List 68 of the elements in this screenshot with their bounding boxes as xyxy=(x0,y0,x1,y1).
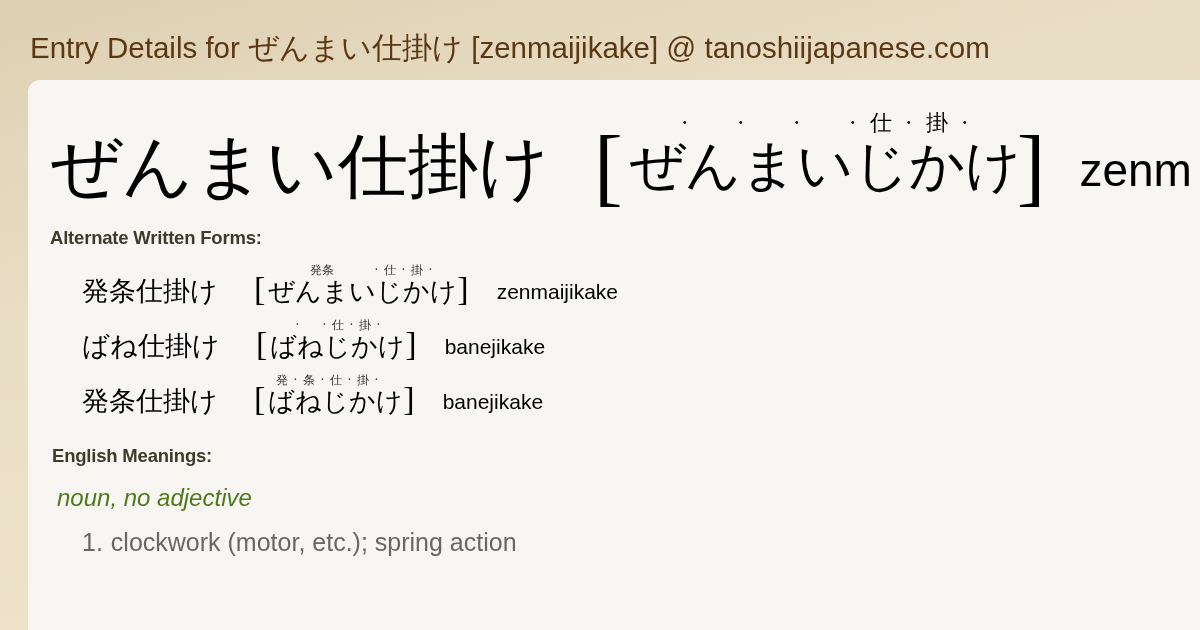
kana-reading: ば xyxy=(270,333,298,359)
furigana-dot: · xyxy=(960,109,970,137)
kana-reading: じ xyxy=(376,278,404,304)
furigana-dot: · xyxy=(400,263,407,278)
furigana-dot: · xyxy=(294,318,301,333)
furigana-kanji: 仕 xyxy=(383,263,396,278)
furigana-kanji: 発 xyxy=(275,373,288,388)
furigana-kanji: 仕 xyxy=(329,373,342,388)
furigana-dot: · xyxy=(321,318,328,333)
open-bracket: [ xyxy=(254,272,266,306)
furigana-dot: · xyxy=(292,373,299,388)
open-bracket: [ xyxy=(256,327,268,361)
romaji: banejikake xyxy=(444,336,546,357)
furigana-dot: · xyxy=(348,318,355,333)
kana-reading: か xyxy=(349,388,377,414)
headword: ぜんまい仕掛け xyxy=(50,131,550,201)
furigana-dot: · xyxy=(680,109,690,137)
furigana-dot: · xyxy=(373,263,380,278)
alternate-form-word: 発条仕掛け xyxy=(82,387,218,414)
sense-text: clockwork (motor, etc.); spring action xyxy=(110,528,517,557)
furigana-kanji: 条 xyxy=(302,373,315,388)
alternate-form-word: 発条仕掛け xyxy=(82,277,218,304)
furigana-kanji: 仕 xyxy=(869,109,892,137)
kana-reading: じ xyxy=(852,138,909,193)
kana-reading: ぜんまい xyxy=(268,278,377,304)
kana-reading: ね xyxy=(295,388,323,414)
kana-reading: け xyxy=(430,278,458,304)
furigana-dot: · xyxy=(319,373,326,388)
furigana-kanji: 掛 xyxy=(356,373,369,388)
section-heading: English Meanings: xyxy=(52,446,213,466)
romaji: banejikake xyxy=(442,391,544,412)
close-bracket: ] xyxy=(457,272,469,306)
kana-reading: け xyxy=(378,333,406,359)
page-title: Entry Details for ぜんまい仕掛け [zenmaijikake] @ tanoshiijapanese.com xyxy=(29,30,990,66)
sense-number: 1. xyxy=(82,528,103,557)
furigana-dot: · xyxy=(848,109,858,137)
open-bracket: [ xyxy=(254,382,266,416)
furigana-dot: · xyxy=(346,373,353,388)
kana-reading: か xyxy=(403,278,431,304)
furigana-kanji: 掛 xyxy=(410,263,423,278)
close-bracket: ] xyxy=(405,327,417,361)
kana-reading: ば xyxy=(268,388,296,414)
furigana-dot: · xyxy=(736,109,746,137)
furigana-dot: · xyxy=(904,109,914,137)
furigana-dot: · xyxy=(373,373,380,388)
part-of-speech: noun, no adjective xyxy=(57,484,252,512)
romaji: zenmaijikake xyxy=(496,281,619,302)
open-bracket: [ xyxy=(594,123,623,209)
furigana-kanji: 発条 xyxy=(310,263,335,278)
kana-reading: ま xyxy=(740,138,797,193)
romaji: zenm xyxy=(1079,147,1192,193)
furigana-dot: · xyxy=(375,318,382,333)
kana-reading: か xyxy=(351,333,379,359)
kana-reading: い xyxy=(796,138,853,193)
kana-reading: ぜ xyxy=(628,138,685,193)
kana-reading: け xyxy=(376,388,404,414)
alternate-form-word: ばね仕掛け xyxy=(82,332,220,359)
furigana-dot: · xyxy=(792,109,802,137)
section-heading: Alternate Written Forms: xyxy=(50,228,262,248)
kana-reading: か xyxy=(908,138,965,193)
kana-reading: じ xyxy=(324,333,352,359)
furigana-dot: · xyxy=(427,263,434,278)
furigana-kanji: 仕 xyxy=(331,318,344,333)
furigana-kanji: 掛 xyxy=(358,318,371,333)
furigana-kanji: 掛 xyxy=(925,109,948,137)
kana-reading: じ xyxy=(322,388,350,414)
kana-reading: ね xyxy=(297,333,325,359)
close-bracket: ] xyxy=(403,382,415,416)
